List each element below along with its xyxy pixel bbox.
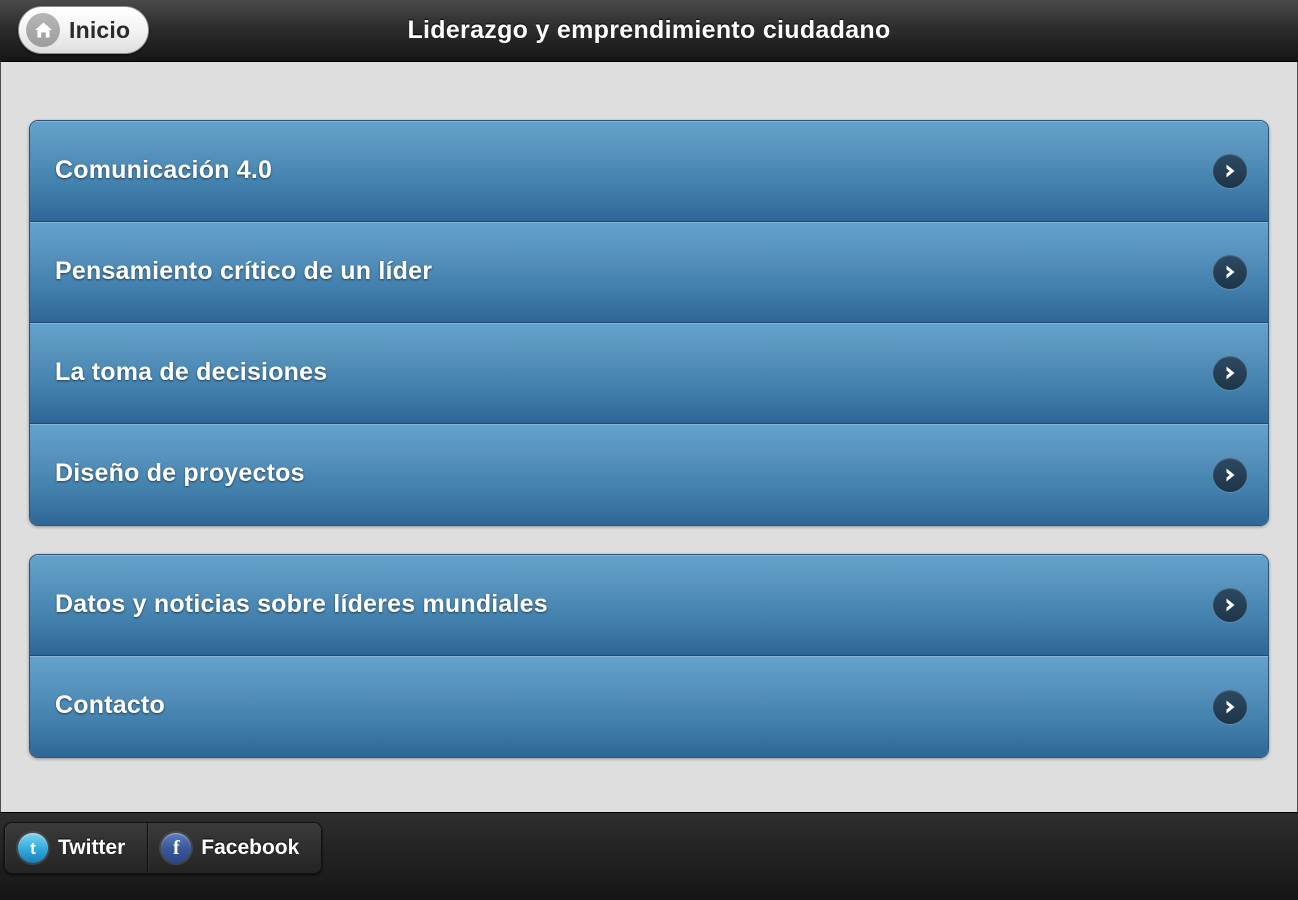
list-item-label: Pensamiento crítico de un líder [55, 256, 433, 285]
home-icon [26, 13, 60, 47]
list-item[interactable]: La toma de decisiones [30, 323, 1268, 424]
list-group-primary: Comunicación 4.0 Pensamiento crítico de … [29, 120, 1269, 526]
list-item-label: Diseño de proyectos [55, 459, 305, 487]
list-item[interactable]: Pensamiento crítico de un líder [30, 222, 1268, 323]
twitter-label: Twitter [58, 836, 126, 859]
app-footer: t Twitter f Facebook [0, 812, 1298, 900]
list-item-label: La toma de decisiones [55, 357, 328, 386]
list-item[interactable]: Diseño de proyectos [30, 424, 1268, 525]
facebook-button[interactable]: f Facebook [148, 823, 322, 873]
facebook-glyph: f [172, 837, 180, 859]
app-window: Inicio Liderazgo y emprendimiento ciudad… [0, 0, 1298, 900]
facebook-label: Facebook [201, 836, 300, 859]
list-group-secondary: Datos y noticias sobre líderes mundiales… [29, 554, 1269, 758]
chevron-right-icon[interactable] [1213, 154, 1247, 188]
twitter-button[interactable]: t Twitter [5, 823, 149, 873]
list-item-label: Comunicación 4.0 [55, 155, 273, 184]
content-area: Comunicación 4.0 Pensamiento crítico de … [0, 62, 1298, 812]
twitter-icon: t [18, 833, 48, 863]
facebook-icon: f [161, 833, 192, 863]
home-button-label: Inicio [69, 16, 131, 43]
page-title: Liderazgo y emprendimiento ciudadano [407, 16, 891, 44]
home-button[interactable]: Inicio [18, 6, 150, 54]
list-item[interactable]: Comunicación 4.0 [30, 121, 1268, 222]
chevron-right-icon[interactable] [1213, 588, 1247, 622]
list-item[interactable]: Contacto [30, 656, 1268, 757]
chevron-right-icon[interactable] [1213, 457, 1247, 492]
list-item[interactable]: Datos y noticias sobre líderes mundiales [30, 555, 1268, 656]
chevron-right-icon[interactable] [1213, 356, 1247, 390]
chevron-right-icon[interactable] [1213, 255, 1247, 289]
list-item-label: Contacto [55, 691, 165, 719]
twitter-glyph: t [30, 838, 36, 858]
list-item-label: Datos y noticias sobre líderes mundiales [55, 589, 548, 618]
social-links-bar: t Twitter f Facebook [4, 822, 323, 874]
chevron-right-icon[interactable] [1213, 689, 1247, 724]
app-header: Inicio Liderazgo y emprendimiento ciudad… [0, 0, 1298, 62]
